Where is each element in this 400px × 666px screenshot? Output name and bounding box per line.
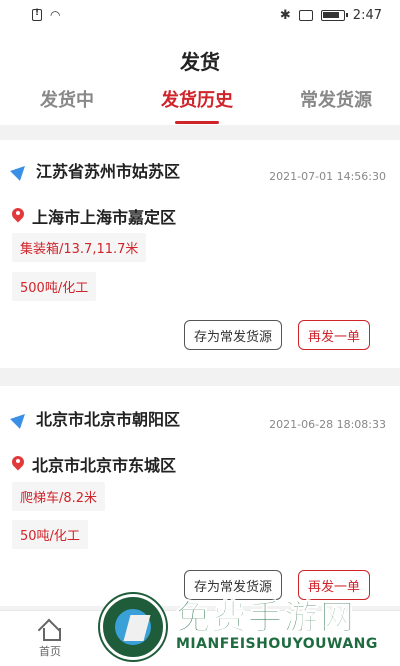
order-card[interactable]: 江苏省苏州市姑苏区 2021-07-01 14:56:30 上海市上海市嘉定区 …: [0, 140, 400, 368]
status-left: ◠: [32, 8, 60, 22]
status-bar: ◠ ✱ 2:47: [0, 0, 400, 30]
status-right: ✱ 2:47: [280, 8, 382, 23]
watermark-subtitle: MIANFEISHOUYOUWANG: [176, 636, 378, 652]
nav-item-home-label: 首页: [39, 645, 61, 658]
origin-row: 北京市北京市朝阳区: [12, 406, 180, 430]
reorder-button[interactable]: 再发一单: [298, 320, 370, 350]
order-card[interactable]: 北京市北京市朝阳区 2021-06-28 18:08:33 北京市北京市东城区 …: [0, 386, 400, 606]
tab-frequent-sources[interactable]: 常发货源: [300, 86, 372, 124]
location-pin-icon: [12, 208, 24, 224]
vehicle-tag: 爬梯车/8.2米: [12, 482, 106, 511]
watermark-title: 免费手游网: [176, 598, 356, 639]
save-as-frequent-button[interactable]: 存为常发货源: [184, 320, 282, 350]
tab-shipping-history[interactable]: 发货历史: [161, 86, 233, 124]
cargo-tag: 50吨/化工: [12, 520, 88, 549]
clock: 2:47: [352, 7, 382, 23]
sim-alert-icon: [32, 8, 42, 21]
destination-location: 上海市上海市嘉定区: [32, 208, 177, 227]
home-icon: [39, 619, 61, 641]
page-title: 发货: [180, 50, 220, 74]
origin-location: 江苏省苏州市姑苏区: [36, 162, 181, 181]
header: 发货 发货中 发货历史 常发货源: [0, 30, 400, 125]
nav-item-home[interactable]: 首页: [25, 619, 75, 659]
bluetooth-icon: ✱: [279, 7, 291, 23]
tab-bar: 发货中 发货历史 常发货源: [0, 86, 400, 124]
navigation-arrow-icon: [12, 410, 28, 426]
destination-row: 上海市上海市嘉定区: [12, 204, 176, 228]
watermark: 免费手游网 MIANFEISHOUYOUWANG: [100, 590, 400, 666]
location-pin-icon: [12, 456, 24, 472]
signal-icon: [298, 9, 313, 21]
battery-icon: [320, 9, 348, 21]
navigation-arrow-icon: [12, 162, 28, 178]
order-timestamp: 2021-07-01 14:56:30: [269, 170, 386, 183]
order-timestamp: 2021-06-28 18:08:33: [269, 418, 386, 431]
vehicle-tag: 集装箱/13.7,11.7米: [12, 233, 147, 262]
destination-row: 北京市北京市东城区: [12, 452, 176, 476]
wifi-icon: ◠: [50, 8, 61, 22]
origin-row: 江苏省苏州市姑苏区: [12, 158, 180, 182]
cargo-tag: 500吨/化工: [12, 272, 97, 301]
tab-shipping[interactable]: 发货中: [40, 86, 94, 124]
origin-location: 北京市北京市朝阳区: [36, 410, 181, 429]
destination-location: 北京市北京市东城区: [32, 456, 177, 475]
watermark-logo: [100, 594, 166, 660]
